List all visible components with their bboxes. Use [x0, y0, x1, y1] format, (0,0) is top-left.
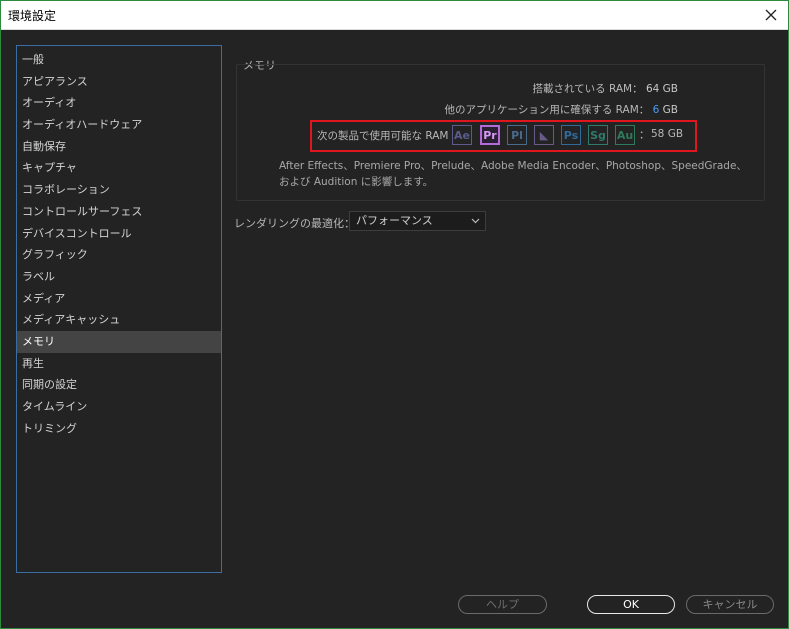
premiere-pro-icon[interactable]: Pr — [480, 125, 500, 145]
render-optimize-value: パフォーマンス — [356, 214, 433, 227]
sidebar-item[interactable]: 再生 — [17, 353, 221, 375]
help-button[interactable]: ヘルプ — [458, 595, 547, 614]
close-icon — [765, 9, 777, 21]
sidebar-item[interactable]: グラフィック — [17, 244, 221, 266]
sidebar-item[interactable]: メディア — [17, 288, 221, 310]
available-ram-label: 次の製品で使用可能な RAM — [317, 130, 449, 142]
reserved-ram-row: 他のアプリケーション用に確保する RAM： 6 GB — [445, 102, 678, 117]
sidebar-item[interactable]: メモリ — [17, 330, 221, 353]
speedgrade-icon[interactable]: Sg — [588, 125, 608, 145]
chevron-down-icon — [471, 212, 480, 236]
ok-button[interactable]: OK — [587, 595, 675, 614]
available-ram-colon: ： — [639, 129, 650, 141]
available-ram-value: 58 GB — [651, 128, 684, 140]
sidebar-item[interactable]: オーディオハードウェア — [17, 114, 221, 136]
reserved-ram-unit: GB — [662, 104, 678, 116]
render-optimize-dropdown[interactable]: パフォーマンス — [349, 211, 486, 231]
close-button[interactable] — [759, 3, 783, 27]
sidebar-item[interactable]: キャプチャ — [17, 157, 221, 179]
cancel-button[interactable]: キャンセル — [686, 595, 774, 614]
sidebar-item[interactable]: オーディオ — [17, 92, 221, 114]
sidebar-item[interactable]: ラベル — [17, 266, 221, 288]
sidebar-item[interactable]: 一般 — [17, 49, 221, 71]
installed-ram-label: 搭載されている RAM： — [532, 83, 643, 95]
title-bar: 環境設定 — [0, 0, 789, 30]
audition-icon[interactable]: Au — [615, 125, 635, 145]
sidebar-item[interactable]: 同期の設定 — [17, 374, 221, 396]
reserved-ram-label: 他のアプリケーション用に確保する RAM： — [444, 104, 650, 116]
reserved-ram-value[interactable]: 6 — [653, 104, 660, 116]
affected-apps-description: After Effects、Premiere Pro、Prelude、Adobe… — [279, 160, 747, 188]
installed-ram-row: 搭載されている RAM： 64 GB — [532, 81, 678, 96]
photoshop-icon[interactable]: Ps — [561, 125, 581, 145]
media-encoder-icon[interactable]: ◣ — [534, 125, 554, 145]
sidebar-item[interactable]: コラボレーション — [17, 179, 221, 201]
render-optimize-label: レンダリングの最適化： — [234, 217, 355, 230]
sidebar-item[interactable]: アピアランス — [17, 71, 221, 93]
sidebar-item[interactable]: 自動保存 — [17, 136, 221, 158]
window-title: 環境設定 — [8, 9, 57, 23]
prelude-icon[interactable]: Pl — [507, 125, 527, 145]
sidebar-item[interactable]: トリミング — [17, 418, 221, 440]
installed-ram-value: 64 GB — [645, 83, 678, 95]
sidebar-item[interactable]: メディアキャッシュ — [17, 309, 221, 331]
sidebar-item[interactable]: コントロールサーフェス — [17, 201, 221, 223]
sidebar-item[interactable]: タイムライン — [17, 396, 221, 418]
after-effects-icon[interactable]: Ae — [452, 125, 472, 145]
sidebar-item[interactable]: デバイスコントロール — [17, 223, 221, 245]
preferences-category-list: 一般 アピアランス オーディオ オーディオハードウェア 自動保存 キャプチャ コラボレーショ… — [16, 45, 222, 573]
